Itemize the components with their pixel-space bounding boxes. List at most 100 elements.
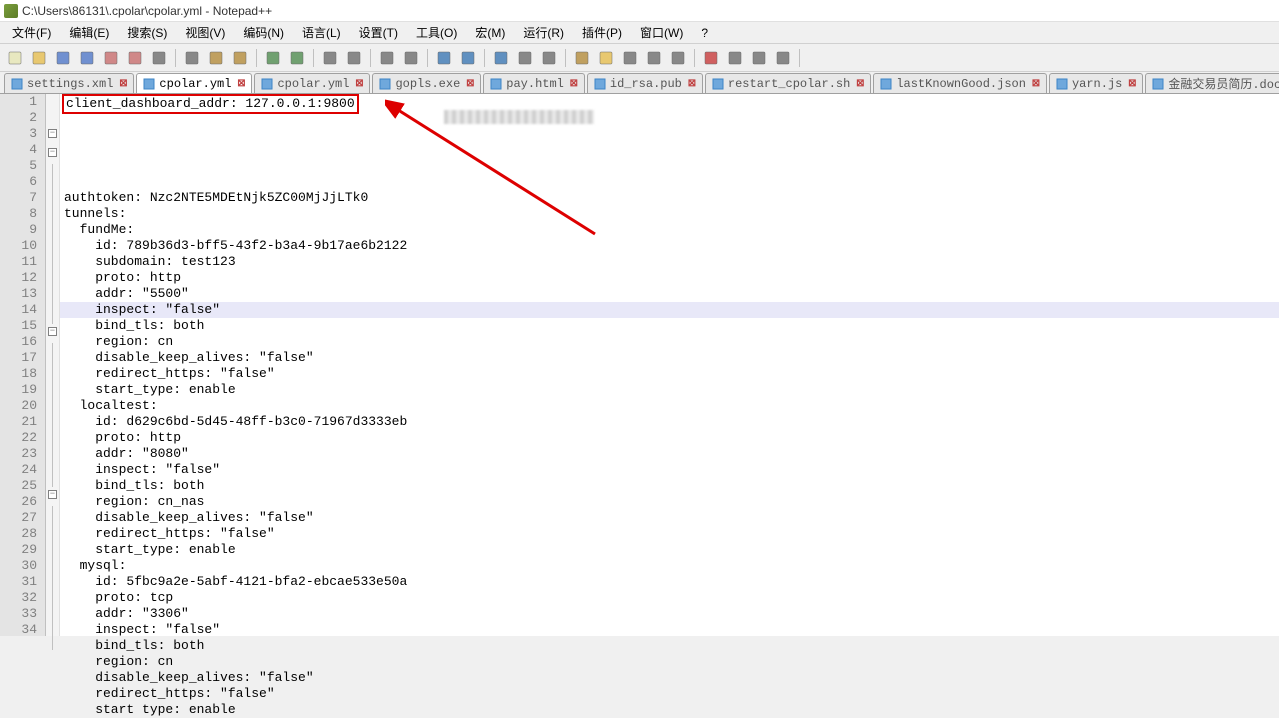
tab-close-icon[interactable]: ⊠	[568, 78, 580, 90]
fold-marker[interactable]: −	[46, 327, 59, 343]
save-all-button[interactable]	[76, 47, 98, 69]
close-button[interactable]	[100, 47, 122, 69]
menu-5[interactable]: 语言(L)	[294, 22, 349, 43]
copy-button[interactable]	[205, 47, 227, 69]
code-line-33[interactable]: redirect_https: "false"	[60, 686, 1279, 702]
tab-5[interactable]: id_rsa.pub⊠	[587, 73, 703, 93]
code-line-27[interactable]: proto: tcp	[60, 590, 1279, 606]
lang-user-button[interactable]	[571, 47, 593, 69]
code-line-13[interactable]: redirect_https: "false"	[60, 366, 1279, 382]
menu-8[interactable]: 宏(M)	[467, 22, 513, 43]
tab-2[interactable]: cpolar.yml⊠	[254, 73, 370, 93]
code-line-23[interactable]: redirect_https: "false"	[60, 526, 1279, 542]
fold-marker[interactable]: −	[46, 148, 59, 164]
zoom-out-button[interactable]	[400, 47, 422, 69]
macro-play-button[interactable]	[724, 47, 746, 69]
code-line-21[interactable]: region: cn_nas	[60, 494, 1279, 510]
menu-9[interactable]: 运行(R)	[515, 22, 572, 43]
code-line-22[interactable]: disable_keep_alives: "false"	[60, 510, 1279, 526]
code-line-11[interactable]: region: cn	[60, 334, 1279, 350]
code-line-10[interactable]: bind_tls: both	[60, 318, 1279, 334]
menu-7[interactable]: 工具(O)	[408, 22, 465, 43]
doc-map-button[interactable]	[619, 47, 641, 69]
code-line-24[interactable]: start_type: enable	[60, 542, 1279, 558]
code-line-16[interactable]: id: d629c6bd-5d45-48ff-b3c0-71967d3333eb	[60, 414, 1279, 430]
editor[interactable]: 1234567891011121314151617181920212223242…	[0, 94, 1279, 636]
wrap-button[interactable]	[490, 47, 512, 69]
menu-4[interactable]: 编码(N)	[235, 22, 292, 43]
menu-10[interactable]: 插件(P)	[574, 22, 630, 43]
tab-close-icon[interactable]: ⊠	[353, 78, 365, 90]
code-line-30[interactable]: bind_tls: both	[60, 638, 1279, 654]
sync-v-button[interactable]	[433, 47, 455, 69]
save-button[interactable]	[52, 47, 74, 69]
tab-close-icon[interactable]: ⊠	[686, 78, 698, 90]
indent-guide-button[interactable]	[538, 47, 560, 69]
tab-6[interactable]: restart_cpolar.sh⊠	[705, 73, 871, 93]
code-line-32[interactable]: disable_keep_alives: "false"	[60, 670, 1279, 686]
tab-8[interactable]: yarn.js⊠	[1049, 73, 1143, 93]
tab-close-icon[interactable]: ⊠	[117, 78, 129, 90]
close-all-button[interactable]	[124, 47, 146, 69]
code-line-19[interactable]: inspect: "false"	[60, 462, 1279, 478]
menu-12[interactable]: ?	[693, 24, 716, 42]
print-button[interactable]	[148, 47, 170, 69]
code-line-5[interactable]: id: 789b36d3-bff5-43f2-b3a4-9b17ae6b2122	[60, 238, 1279, 254]
sync-h-button[interactable]	[457, 47, 479, 69]
code-line-20[interactable]: bind_tls: both	[60, 478, 1279, 494]
open-file-button[interactable]	[28, 47, 50, 69]
cut-button[interactable]	[181, 47, 203, 69]
code-line-3[interactable]: tunnels:	[60, 206, 1279, 222]
zoom-in-button[interactable]	[376, 47, 398, 69]
code-line-4[interactable]: fundMe:	[60, 222, 1279, 238]
code-line-2[interactable]: authtoken: Nzc2NTE5MDEtNjk5ZC00MjJjLTk0	[60, 190, 1279, 206]
tab-3[interactable]: gopls.exe⊠	[372, 73, 481, 93]
tab-4[interactable]: pay.html⊠	[483, 73, 585, 93]
tab-1[interactable]: cpolar.yml⊠	[136, 73, 252, 93]
menu-11[interactable]: 窗口(W)	[632, 22, 691, 43]
code-line-28[interactable]: addr: "3306"	[60, 606, 1279, 622]
tab-0[interactable]: settings.xml⊠	[4, 73, 134, 93]
code-line-34[interactable]: start type: enable	[60, 702, 1279, 718]
code-line-8[interactable]: addr: "5500"	[60, 286, 1279, 302]
code-line-6[interactable]: subdomain: test123	[60, 254, 1279, 270]
code-line-25[interactable]: mysql:	[60, 558, 1279, 574]
replace-button[interactable]	[343, 47, 365, 69]
menu-0[interactable]: 文件(F)	[4, 22, 59, 43]
tab-close-icon[interactable]: ⊠	[854, 78, 866, 90]
new-file-button[interactable]	[4, 47, 26, 69]
menu-1[interactable]: 编辑(E)	[61, 22, 117, 43]
code-line-7[interactable]: proto: http	[60, 270, 1279, 286]
code-line-31[interactable]: region: cn	[60, 654, 1279, 670]
code-line-12[interactable]: disable_keep_alives: "false"	[60, 350, 1279, 366]
code-line-26[interactable]: id: 5fbc9a2e-5abf-4121-bfa2-ebcae533e50a	[60, 574, 1279, 590]
show-all-button[interactable]	[514, 47, 536, 69]
paste-button[interactable]	[229, 47, 251, 69]
fold-marker[interactable]: −	[46, 129, 59, 145]
code-line-14[interactable]: start_type: enable	[60, 382, 1279, 398]
macro-rec-button[interactable]	[700, 47, 722, 69]
tab-close-icon[interactable]: ⊠	[235, 78, 247, 90]
tab-9[interactable]: 金融交易员简历.docx⊠	[1145, 73, 1279, 93]
macro-save-button[interactable]	[772, 47, 794, 69]
tab-7[interactable]: lastKnownGood.json⊠	[873, 73, 1047, 93]
code-line-9[interactable]: inspect: "false"	[60, 302, 1279, 318]
code-line-1[interactable]	[60, 174, 1279, 190]
folder-button[interactable]	[595, 47, 617, 69]
undo-button[interactable]	[262, 47, 284, 69]
code-line-15[interactable]: localtest:	[60, 398, 1279, 414]
menu-6[interactable]: 设置(T)	[351, 22, 406, 43]
code-line-17[interactable]: proto: http	[60, 430, 1279, 446]
menu-2[interactable]: 搜索(S)	[119, 22, 175, 43]
find-button[interactable]	[319, 47, 341, 69]
tab-close-icon[interactable]: ⊠	[1126, 78, 1138, 90]
doc-list-button[interactable]	[643, 47, 665, 69]
func-list-button[interactable]	[667, 47, 689, 69]
code-line-18[interactable]: addr: "8080"	[60, 446, 1279, 462]
menu-3[interactable]: 视图(V)	[177, 22, 233, 43]
redo-button[interactable]	[286, 47, 308, 69]
tab-close-icon[interactable]: ⊠	[1030, 78, 1042, 90]
tab-close-icon[interactable]: ⊠	[464, 78, 476, 90]
fold-marker[interactable]: −	[46, 490, 59, 506]
macro-play-multi-button[interactable]	[748, 47, 770, 69]
